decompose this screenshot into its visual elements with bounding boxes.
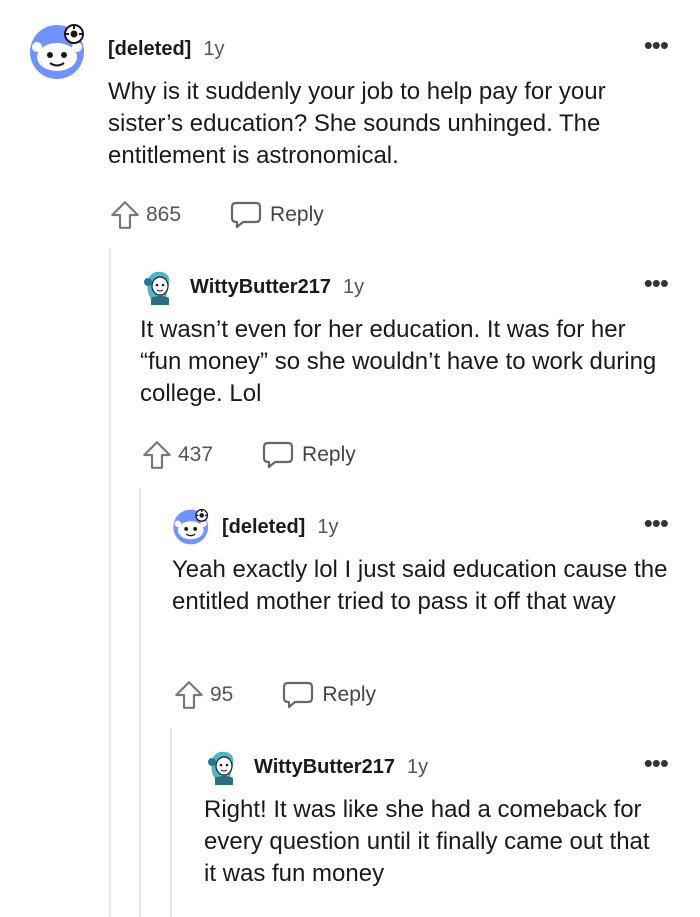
username[interactable]: [deleted] xyxy=(108,38,191,61)
upvote-arrow-icon[interactable] xyxy=(140,438,174,472)
username[interactable]: [deleted] xyxy=(222,516,305,539)
reply-button[interactable]: Reply xyxy=(261,440,356,470)
comment: WittyButter217 1y ••• It wasn’t even for… xyxy=(140,268,669,478)
comment-body: Right! It was like she had a comeback fo… xyxy=(204,796,650,887)
reply-label: Reply xyxy=(270,203,324,226)
comment-body: Yeah exactly lol I just said education c… xyxy=(172,556,668,615)
thread-line[interactable] xyxy=(139,488,141,917)
username[interactable]: WittyButter217 xyxy=(190,276,331,299)
upvote-button[interactable]: 865 xyxy=(108,198,181,232)
comment-age: 1y xyxy=(406,755,429,778)
reply-button[interactable]: Reply xyxy=(229,200,324,230)
thread-line[interactable] xyxy=(109,248,111,917)
comment-age: 1y xyxy=(342,275,365,298)
comment-age: 1y xyxy=(317,515,339,538)
comment-age: 1y xyxy=(203,37,225,60)
thread-line[interactable] xyxy=(170,728,172,917)
comment-body: Why is it suddenly your job to help pay … xyxy=(108,78,606,169)
reply-label: Reply xyxy=(322,683,377,706)
blue-hair-avatar-icon[interactable] xyxy=(204,748,240,791)
more-options-icon[interactable]: ••• xyxy=(644,510,669,536)
upvote-button[interactable]: 95 xyxy=(172,678,233,712)
more-options-icon[interactable]: ••• xyxy=(644,750,669,776)
comment: [deleted] 1y ••• Why is it suddenly your… xyxy=(28,24,669,244)
upvote-count: 437 xyxy=(178,443,214,466)
comment: [deleted] 1y ••• Yeah exactly lol I just… xyxy=(172,508,669,718)
reply-bubble-icon xyxy=(262,441,294,469)
upvote-arrow-icon[interactable] xyxy=(172,678,206,712)
more-options-icon[interactable]: ••• xyxy=(644,32,669,58)
upvote-arrow-icon[interactable] xyxy=(108,198,142,232)
reply-bubble-icon xyxy=(283,681,314,709)
blue-hair-avatar-icon[interactable] xyxy=(140,268,176,311)
comment-body: It wasn’t even for her education. It was… xyxy=(140,316,657,407)
upvote-count: 865 xyxy=(146,203,182,226)
upvote-button[interactable]: 437 xyxy=(140,438,213,472)
reply-bubble-icon xyxy=(230,201,262,229)
reply-button[interactable]: Reply xyxy=(281,680,376,710)
more-options-icon[interactable]: ••• xyxy=(644,270,669,296)
upvote-count: 95 xyxy=(210,683,234,706)
reply-label: Reply xyxy=(302,443,356,466)
comment: WittyButter217 1y ••• Right! It was like… xyxy=(204,748,669,908)
deleted-snoo-icon[interactable] xyxy=(28,24,90,85)
username[interactable]: WittyButter217 xyxy=(254,756,395,779)
deleted-snoo-icon[interactable] xyxy=(172,508,212,551)
